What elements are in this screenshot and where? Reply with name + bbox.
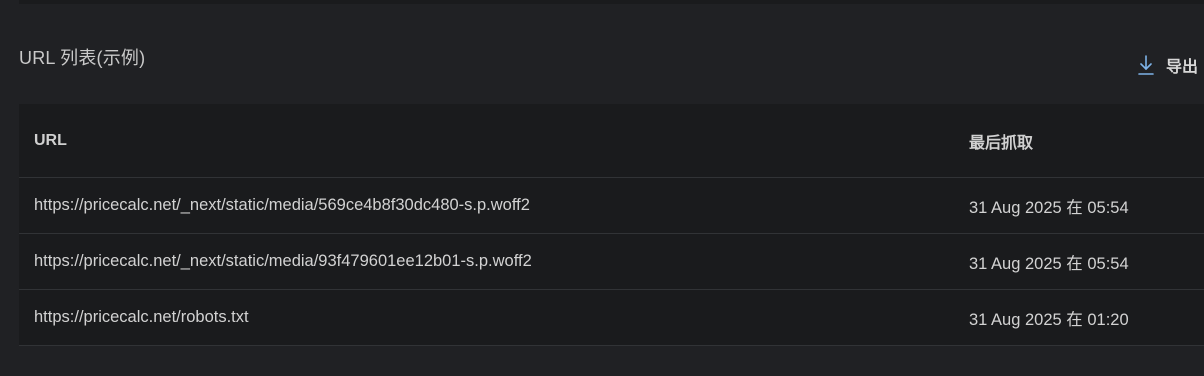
cell-url[interactable]: https://pricecalc.net/_next/static/media… — [19, 252, 969, 271]
export-label: 导出 — [1165, 59, 1198, 76]
table-row[interactable]: https://pricecalc.net/_next/static/media… — [19, 178, 1204, 234]
section-title: URL 列表(示例) — [19, 48, 146, 68]
cell-last-crawled: 31 Aug 2025 在 05:54 — [969, 254, 1129, 273]
column-header-url[interactable]: URL — [19, 132, 969, 150]
cell-url[interactable]: https://pricecalc.net/_next/static/media… — [19, 196, 969, 215]
table-row[interactable]: https://pricecalc.net/_next/static/media… — [19, 234, 1204, 290]
table-header-row: URL 最后抓取 — [19, 104, 1204, 178]
cell-last-crawled: 31 Aug 2025 在 01:20 — [969, 310, 1129, 329]
export-button[interactable]: 导出 — [1136, 53, 1198, 77]
top-panel-edge — [19, 0, 1204, 4]
cell-last-crawled: 31 Aug 2025 在 05:54 — [969, 198, 1129, 217]
download-icon — [1136, 54, 1156, 76]
cell-url[interactable]: https://pricecalc.net/robots.txt — [19, 308, 969, 327]
url-table: URL 最后抓取 https://pricecalc.net/_next/sta… — [19, 104, 1204, 346]
table-row[interactable]: https://pricecalc.net/robots.txt 31 Aug … — [19, 290, 1204, 346]
column-header-last-crawled[interactable]: 最后抓取 — [969, 129, 1204, 153]
